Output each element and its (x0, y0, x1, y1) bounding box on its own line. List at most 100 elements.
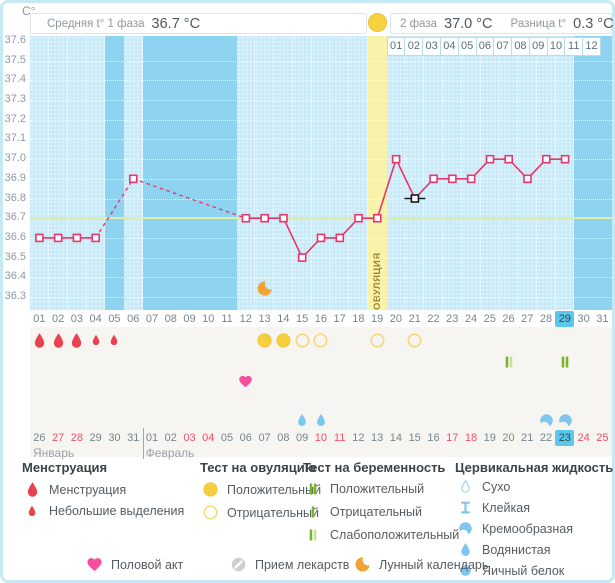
cycle-day-cell[interactable]: 26 (499, 311, 518, 327)
calendar-date-cell[interactable]: 22 (537, 430, 556, 446)
temp-point (393, 156, 400, 163)
cycle-day-cell[interactable]: 04 (86, 311, 105, 327)
calendar-date-cell[interactable]: 18 (462, 430, 481, 446)
calendar-date-cell[interactable]: 25 (593, 430, 612, 446)
menstruation-icon (68, 329, 87, 351)
cycle-day-cell[interactable]: 21 (405, 311, 424, 327)
cycle-day-cell[interactable]: 13 (255, 311, 274, 327)
phase1-label: Средняя t° 1 фаза (47, 18, 145, 30)
cycle-day-cell[interactable]: 22 (424, 311, 443, 327)
cycle-day-cell[interactable]: 15 (293, 311, 312, 327)
cycle-day-cell[interactable]: 31 (593, 311, 612, 327)
calendar-date-cell[interactable]: 09 (293, 430, 312, 446)
cycle-day-cell[interactable]: 17 (330, 311, 349, 327)
cervical-watery-icon (293, 409, 312, 431)
temp-point (55, 234, 62, 241)
legend-item-label: Слабоположительный (330, 528, 459, 542)
y-tick-label: 37.2 (0, 113, 26, 125)
cycle-day-cell[interactable]: 25 (480, 311, 499, 327)
ovulation-test-negative-icon (312, 329, 331, 351)
legend-footer-label: Половой акт (111, 558, 183, 572)
cycle-day-cell[interactable]: 19 (368, 311, 387, 327)
calendar-date-cell[interactable]: 15 (405, 430, 424, 446)
phase2-value: 37.0 °C (444, 16, 493, 32)
temp-point (280, 215, 287, 222)
calendar-date-cell[interactable]: 31 (124, 430, 143, 446)
cycle-day-cell[interactable]: 30 (574, 311, 593, 327)
calendar-date-cell[interactable]: 03 (180, 430, 199, 446)
menstruation-icon (30, 329, 49, 351)
cycle-day-cell[interactable]: 03 (68, 311, 87, 327)
ovulation-test-positive-icon (255, 329, 274, 351)
calendar-date-cell[interactable]: 14 (387, 430, 406, 446)
cycle-day-cell[interactable]: 20 (387, 311, 406, 327)
cycle-day-cell[interactable]: 14 (274, 311, 293, 327)
cycle-day-cell[interactable]: 05 (105, 311, 124, 327)
temp-point (130, 175, 137, 182)
temp-point (355, 215, 362, 222)
ovulation-test-negative-icon (293, 329, 312, 351)
calendar-date-cell[interactable]: 17 (443, 430, 462, 446)
temp-point (449, 175, 456, 182)
legend-item: Отрицательный (303, 504, 422, 520)
calendar-date-cell[interactable]: 07 (255, 430, 274, 446)
calendar-date-cell[interactable]: 01 (143, 430, 162, 446)
calendar-date-cell[interactable]: 16 (424, 430, 443, 446)
cycle-day-cell[interactable]: 24 (462, 311, 481, 327)
temp-point (336, 234, 343, 241)
calendar-date-cell[interactable]: 11 (330, 430, 349, 446)
calendar-date-cell[interactable]: 04 (199, 430, 218, 446)
temp-point (562, 156, 569, 163)
temperature-line[interactable] (30, 36, 612, 310)
legend-heart-icon (84, 556, 104, 573)
ovulation-day-icon (368, 13, 387, 32)
phase1-value: 36.7 °C (152, 16, 201, 32)
calendar-date-cell[interactable]: 26 (30, 430, 49, 446)
intercourse-heart-icon (237, 370, 256, 392)
calendar-date-cell[interactable]: 21 (518, 430, 537, 446)
cycle-day-cell[interactable]: 16 (311, 311, 330, 327)
cycle-day-cell[interactable]: 23 (443, 311, 462, 327)
cycle-day-cell[interactable]: 11 (218, 311, 237, 327)
calendar-date-cell[interactable]: 29 (86, 430, 105, 446)
cycle-day-cell[interactable]: 18 (349, 311, 368, 327)
y-tick-label: 37.6 (0, 34, 26, 46)
calendar-date-cell[interactable]: 06 (236, 430, 255, 446)
ovulation-test-negative-icon (368, 329, 387, 351)
calendar-date-cell[interactable]: 23 (555, 430, 574, 446)
y-tick-label: 36.6 (0, 231, 26, 243)
cycle-day-cell[interactable]: 27 (518, 311, 537, 327)
legend-footer-label: Прием лекарств (255, 558, 349, 572)
pregnancy-test-weak-icon (499, 351, 518, 373)
cycle-day-cell[interactable]: 10 (199, 311, 218, 327)
calendar-date-cell[interactable]: 27 (49, 430, 68, 446)
temp-point (524, 175, 531, 182)
cervical-creamy-icon (537, 409, 556, 431)
cycle-day-cell[interactable]: 12 (236, 311, 255, 327)
calendar-date-cell[interactable]: 20 (499, 430, 518, 446)
calendar-date-cell[interactable]: 10 (311, 430, 330, 446)
cycle-day-cell[interactable]: 29 (555, 311, 574, 327)
cycle-day-row: 0102030405060708091011121314151617181920… (30, 311, 612, 327)
calendar-date-cell[interactable]: 05 (218, 430, 237, 446)
cycle-day-cell[interactable]: 01 (30, 311, 49, 327)
calendar-date-cell[interactable]: 24 (574, 430, 593, 446)
y-tick-label: 37.3 (0, 93, 26, 105)
cycle-day-cell[interactable]: 08 (161, 311, 180, 327)
y-tick-label: 36.4 (0, 270, 26, 282)
legend-item: Положительный (303, 481, 424, 497)
dpo-cell: 08 (511, 37, 530, 56)
calendar-date-cell[interactable]: 19 (480, 430, 499, 446)
cycle-day-cell[interactable]: 28 (537, 311, 556, 327)
cycle-day-cell[interactable]: 06 (124, 311, 143, 327)
legend-item: Водянистая (455, 542, 551, 557)
calendar-date-cell[interactable]: 02 (161, 430, 180, 446)
calendar-date-cell[interactable]: 28 (68, 430, 87, 446)
cycle-day-cell[interactable]: 02 (49, 311, 68, 327)
calendar-date-cell[interactable]: 08 (274, 430, 293, 446)
cycle-day-cell[interactable]: 07 (143, 311, 162, 327)
cycle-day-cell[interactable]: 09 (180, 311, 199, 327)
calendar-date-cell[interactable]: 30 (105, 430, 124, 446)
calendar-date-cell[interactable]: 12 (349, 430, 368, 446)
calendar-date-cell[interactable]: 13 (368, 430, 387, 446)
